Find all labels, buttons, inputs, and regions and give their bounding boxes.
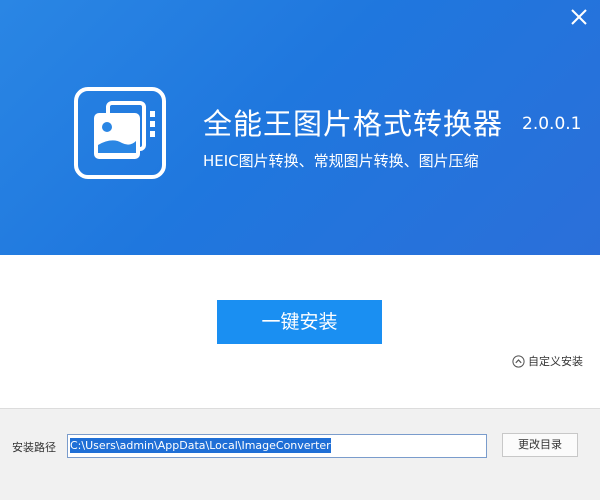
chevron-up-circle-icon xyxy=(512,354,525,368)
app-title: 全能王图片格式转换器 xyxy=(203,107,504,141)
close-icon xyxy=(571,9,587,25)
one-click-install-button[interactable]: 一键安装 xyxy=(217,300,382,344)
app-subtitle: HEIC图片转换、常规图片转换、图片压缩 xyxy=(203,152,479,170)
custom-install-label: 自定义安装 xyxy=(528,355,583,368)
install-path-label: 安装路径 xyxy=(12,441,56,454)
close-button[interactable] xyxy=(568,6,590,28)
app-logo xyxy=(74,87,166,179)
image-gallery-icon xyxy=(94,101,155,159)
change-directory-button[interactable]: 更改目录 xyxy=(502,433,578,457)
install-path-input[interactable]: C:\Users\admin\AppData\Local\ImageConver… xyxy=(67,434,487,458)
install-path-value: C:\Users\admin\AppData\Local\ImageConver… xyxy=(70,438,331,453)
custom-install-toggle[interactable]: 自定义安装 xyxy=(512,353,583,369)
app-version: 2.0.0.1 xyxy=(522,114,582,134)
header-banner: 全能王图片格式转换器 2.0.0.1 HEIC图片转换、常规图片转换、图片压缩 xyxy=(0,0,600,255)
installer-window: 全能王图片格式转换器 2.0.0.1 HEIC图片转换、常规图片转换、图片压缩 … xyxy=(0,0,600,500)
